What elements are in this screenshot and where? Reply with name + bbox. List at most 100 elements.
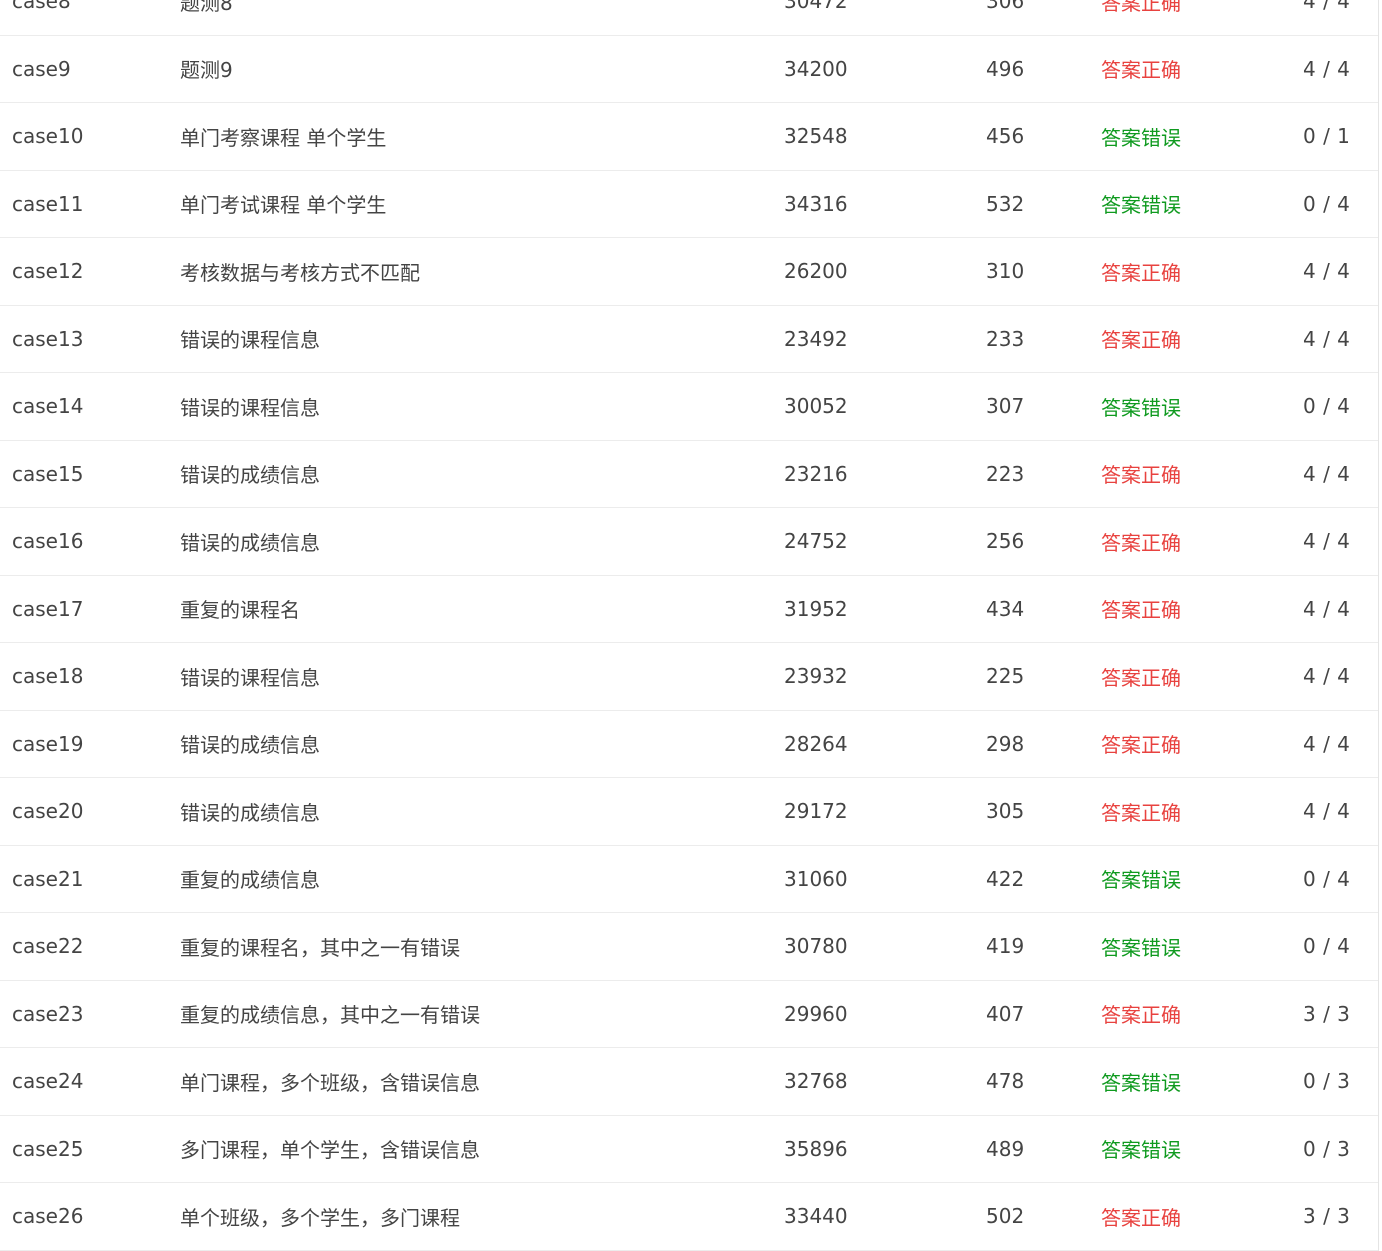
case-description: 单门考试课程 单个学生 — [180, 193, 387, 218]
score-value: 4 / 4 — [1303, 731, 1351, 756]
memory-value: 434 — [986, 596, 1025, 621]
case-description: 单门课程，多个班级，含错误信息 — [180, 1070, 480, 1095]
table-row: case23 重复的成绩信息，其中之一有错误 29960 407 答案正确 3 / 3 — [0, 981, 1378, 1048]
test-results-table: case8 题测8 30472 306 答案正确 4 / 4 case9 题测9 34200 49… — [0, 0, 1379, 1251]
status-badge: 答案正确 — [1101, 463, 1181, 488]
case-id: case13 — [12, 326, 84, 351]
status-badge: 答案正确 — [1101, 0, 1181, 15]
case-id: case25 — [12, 1136, 84, 1161]
table-row: case11 单门考试课程 单个学生 34316 532 答案错误 0 / 4 — [0, 171, 1378, 238]
status-badge: 答案错误 — [1101, 868, 1181, 893]
case-description: 单个班级，多个学生，多门课程 — [180, 1205, 460, 1230]
table-row: case8 题测8 30472 306 答案正确 4 / 4 — [0, 0, 1378, 36]
time-value: 30472 — [784, 0, 848, 14]
status-badge: 答案正确 — [1101, 328, 1181, 353]
table-row: case20 错误的成绩信息 29172 305 答案正确 4 / 4 — [0, 778, 1378, 846]
case-id: case16 — [12, 529, 84, 554]
case-description: 重复的成绩信息 — [180, 868, 320, 893]
status-badge: 答案正确 — [1101, 530, 1181, 555]
table-row: case15 错误的成绩信息 23216 223 答案正确 4 / 4 — [0, 441, 1378, 508]
score-value: 0 / 4 — [1303, 934, 1351, 959]
case-id: case20 — [12, 799, 84, 824]
table-row: case14 错误的课程信息 30052 307 答案错误 0 / 4 — [0, 373, 1378, 441]
case-id: case17 — [12, 596, 84, 621]
table-row: case10 单门考察课程 单个学生 32548 456 答案错误 0 / 1 — [0, 103, 1378, 171]
case-id: case12 — [12, 259, 84, 284]
case-description: 错误的成绩信息 — [180, 463, 320, 488]
status-badge: 答案错误 — [1101, 125, 1181, 150]
memory-value: 407 — [986, 1001, 1025, 1026]
table-row: case24 单门课程，多个班级，含错误信息 32768 478 答案错误 0 / 3 — [0, 1048, 1378, 1116]
table-row: case18 错误的课程信息 23932 225 答案正确 4 / 4 — [0, 643, 1378, 711]
score-value: 0 / 4 — [1303, 394, 1351, 419]
score-value: 4 / 4 — [1303, 259, 1351, 284]
score-value: 3 / 3 — [1303, 1001, 1351, 1026]
case-id: case26 — [12, 1204, 84, 1229]
time-value: 30780 — [784, 934, 848, 959]
memory-value: 310 — [986, 259, 1025, 284]
case-description: 错误的课程信息 — [180, 328, 320, 353]
score-value: 0 / 3 — [1303, 1069, 1351, 1094]
score-value: 4 / 4 — [1303, 326, 1351, 351]
case-description: 重复的课程名，其中之一有错误 — [180, 935, 460, 960]
time-value: 30052 — [784, 394, 848, 419]
time-value: 31060 — [784, 866, 848, 891]
score-value: 4 / 4 — [1303, 664, 1351, 689]
status-badge: 答案正确 — [1101, 598, 1181, 623]
memory-value: 306 — [986, 0, 1025, 14]
memory-value: 305 — [986, 799, 1025, 824]
case-description: 错误的课程信息 — [180, 665, 320, 690]
score-value: 4 / 4 — [1303, 56, 1351, 81]
case-description: 错误的成绩信息 — [180, 733, 320, 758]
table-row: case19 错误的成绩信息 28264 298 答案正确 4 / 4 — [0, 711, 1378, 778]
case-id: case11 — [12, 191, 84, 216]
case-id: case8 — [12, 0, 71, 14]
memory-value: 225 — [986, 664, 1025, 689]
table-row: case25 多门课程，单个学生，含错误信息 35896 489 答案错误 0 / 3 — [0, 1116, 1378, 1183]
time-value: 35896 — [784, 1136, 848, 1161]
memory-value: 419 — [986, 934, 1025, 959]
case-description: 错误的成绩信息 — [180, 530, 320, 555]
memory-value: 298 — [986, 731, 1025, 756]
score-value: 4 / 4 — [1303, 596, 1351, 621]
status-badge: 答案错误 — [1101, 1138, 1181, 1163]
case-description: 错误的成绩信息 — [180, 800, 320, 825]
time-value: 33440 — [784, 1204, 848, 1229]
memory-value: 502 — [986, 1204, 1025, 1229]
score-value: 0 / 3 — [1303, 1136, 1351, 1161]
score-value: 4 / 4 — [1303, 529, 1351, 554]
memory-value: 233 — [986, 326, 1025, 351]
score-value: 4 / 4 — [1303, 461, 1351, 486]
table-row: case26 单个班级，多个学生，多门课程 33440 502 答案正确 3 / 3 — [0, 1183, 1378, 1251]
time-value: 23492 — [784, 326, 848, 351]
status-badge: 答案错误 — [1101, 935, 1181, 960]
status-badge: 答案正确 — [1101, 260, 1181, 285]
status-badge: 答案正确 — [1101, 733, 1181, 758]
memory-value: 256 — [986, 529, 1025, 554]
memory-value: 478 — [986, 1069, 1025, 1094]
case-description: 单门考察课程 单个学生 — [180, 125, 387, 150]
case-id: case23 — [12, 1001, 84, 1026]
memory-value: 223 — [986, 461, 1025, 486]
score-value: 0 / 4 — [1303, 191, 1351, 216]
status-badge: 答案正确 — [1101, 1003, 1181, 1028]
time-value: 23216 — [784, 461, 848, 486]
score-value: 3 / 3 — [1303, 1204, 1351, 1229]
case-id: case21 — [12, 866, 84, 891]
case-id: case9 — [12, 56, 71, 81]
table-row: case22 重复的课程名，其中之一有错误 30780 419 答案错误 0 / 4 — [0, 913, 1378, 981]
table-row: case12 考核数据与考核方式不匹配 26200 310 答案正确 4 / 4 — [0, 238, 1378, 306]
case-id: case10 — [12, 124, 84, 149]
case-description: 重复的课程名 — [180, 598, 300, 623]
time-value: 23932 — [784, 664, 848, 689]
case-description: 错误的课程信息 — [180, 395, 320, 420]
memory-value: 489 — [986, 1136, 1025, 1161]
status-badge: 答案正确 — [1101, 58, 1181, 83]
score-value: 4 / 4 — [1303, 799, 1351, 824]
table-row: case21 重复的成绩信息 31060 422 答案错误 0 / 4 — [0, 846, 1378, 913]
score-value: 4 / 4 — [1303, 0, 1351, 14]
case-description: 考核数据与考核方式不匹配 — [180, 260, 420, 285]
case-id: case24 — [12, 1069, 84, 1094]
case-id: case22 — [12, 934, 84, 959]
memory-value: 307 — [986, 394, 1025, 419]
